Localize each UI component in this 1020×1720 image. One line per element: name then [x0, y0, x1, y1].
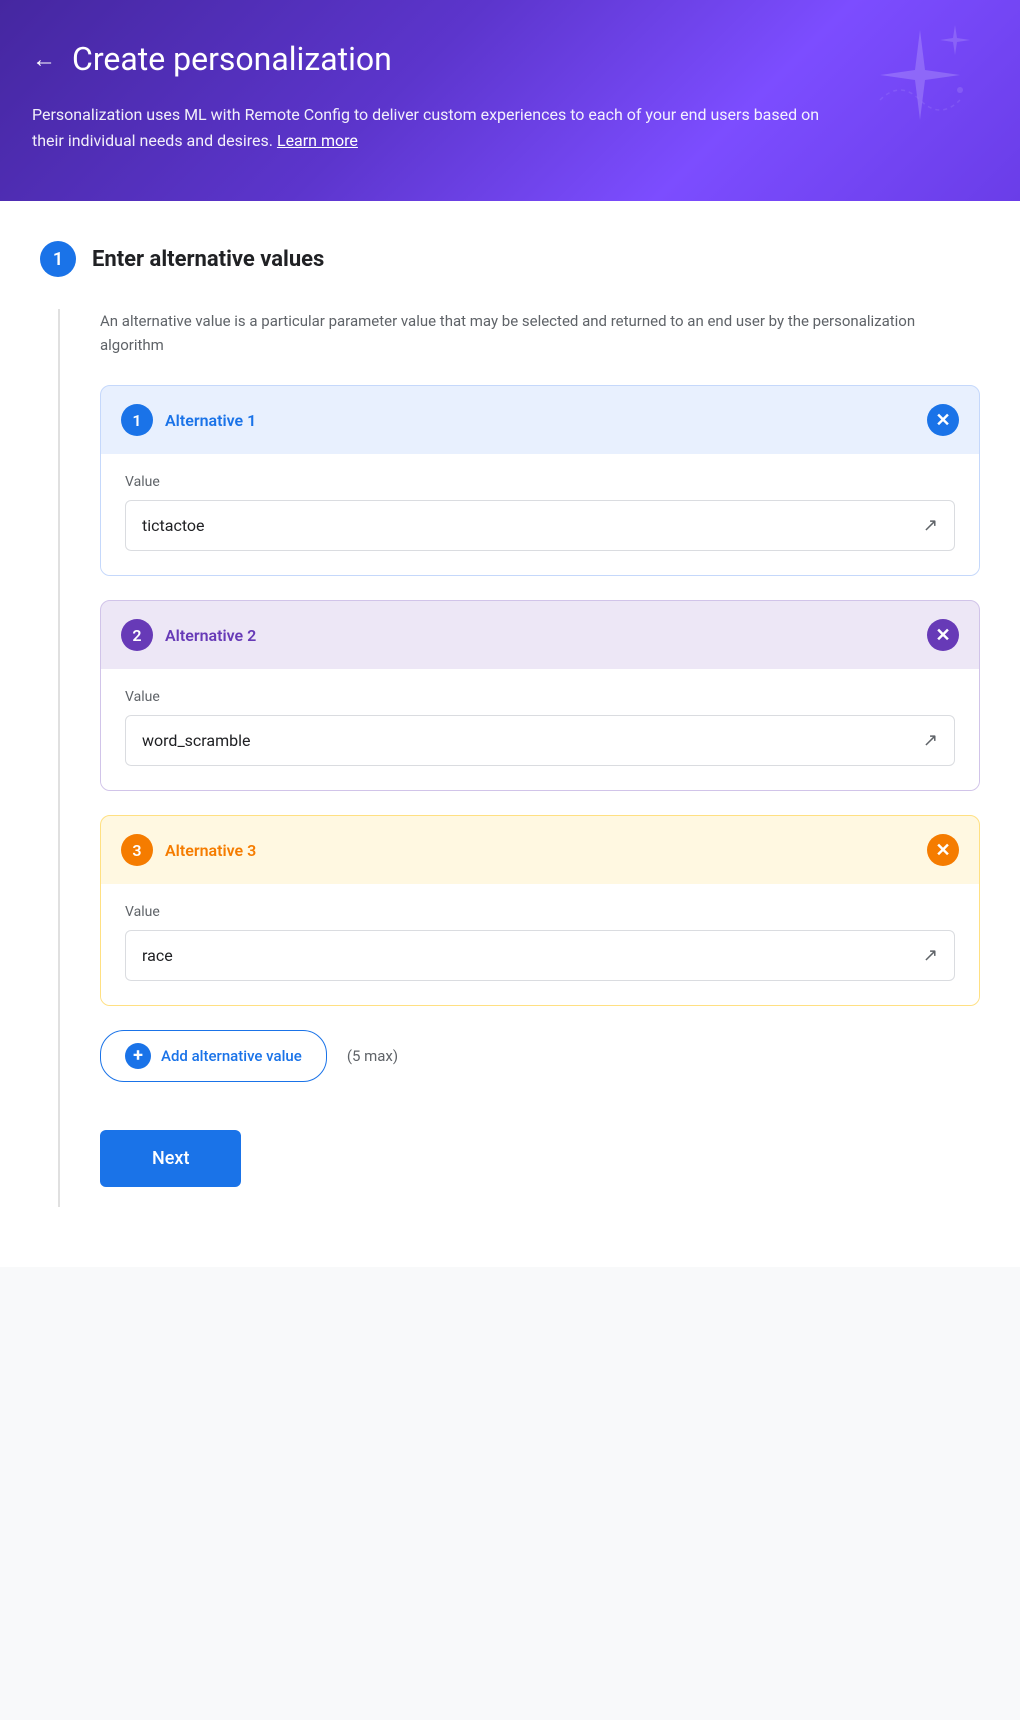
add-alt-section: + Add alternative value (5 max): [100, 1030, 980, 1082]
back-button[interactable]: ← Create personalization: [32, 40, 988, 78]
alt-card-body-2: Value ↗: [101, 669, 979, 790]
value-input-wrapper-3: ↗: [125, 930, 955, 981]
header: ← Create personalization Personalization…: [0, 0, 1020, 201]
alt-label-3: Alternative 3: [165, 841, 256, 860]
alt-number-badge-2: 2: [121, 619, 153, 651]
next-button[interactable]: Next: [100, 1130, 241, 1187]
expand-icon-3[interactable]: ↗: [907, 931, 954, 980]
alt-card-header-2: 2 Alternative 2 ✕: [101, 601, 979, 669]
add-alt-label: Add alternative value: [161, 1047, 302, 1065]
alternative-card-3: 3 Alternative 3 ✕ Value ↗: [100, 815, 980, 1006]
value-input-2[interactable]: [126, 717, 907, 764]
value-input-wrapper-1: ↗: [125, 500, 955, 551]
alternative-card-2: 2 Alternative 2 ✕ Value ↗: [100, 600, 980, 791]
step-header: 1 Enter alternative values: [40, 241, 980, 277]
alt-card-body-3: Value ↗: [101, 884, 979, 1005]
step-content: An alternative value is a particular par…: [58, 309, 980, 1207]
alternative-card-1: 1 Alternative 1 ✕ Value ↗: [100, 385, 980, 576]
alt-card-body-1: Value ↗: [101, 454, 979, 575]
value-label-3: Value: [125, 904, 955, 920]
expand-icon-2[interactable]: ↗: [907, 716, 954, 765]
step-badge: 1: [40, 241, 76, 277]
step-description: An alternative value is a particular par…: [100, 309, 980, 357]
step-title: Enter alternative values: [92, 247, 324, 272]
add-icon: +: [125, 1043, 151, 1069]
alt-label-2: Alternative 2: [165, 626, 256, 645]
header-description: Personalization uses ML with Remote Conf…: [32, 102, 852, 153]
value-input-wrapper-2: ↗: [125, 715, 955, 766]
value-input-3[interactable]: [126, 932, 907, 979]
page-title: Create personalization: [72, 40, 392, 78]
remove-alternative-1-button[interactable]: ✕: [927, 404, 959, 436]
alt-number-badge-3: 3: [121, 834, 153, 866]
alt-card-header-1: 1 Alternative 1 ✕: [101, 386, 979, 454]
learn-more-link[interactable]: Learn more: [277, 131, 358, 150]
expand-icon-1[interactable]: ↗: [907, 501, 954, 550]
header-decoration: [860, 20, 980, 144]
value-label-1: Value: [125, 474, 955, 490]
alt-number-badge-1: 1: [121, 404, 153, 436]
remove-alternative-2-button[interactable]: ✕: [927, 619, 959, 651]
max-label: (5 max): [347, 1047, 398, 1065]
value-input-1[interactable]: [126, 502, 907, 549]
back-arrow-icon: ←: [32, 47, 56, 71]
value-label-2: Value: [125, 689, 955, 705]
alt-card-header-3: 3 Alternative 3 ✕: [101, 816, 979, 884]
main-content: 1 Enter alternative values An alternativ…: [0, 201, 1020, 1267]
add-alternative-button[interactable]: + Add alternative value: [100, 1030, 327, 1082]
remove-alternative-3-button[interactable]: ✕: [927, 834, 959, 866]
alt-label-1: Alternative 1: [165, 411, 256, 430]
